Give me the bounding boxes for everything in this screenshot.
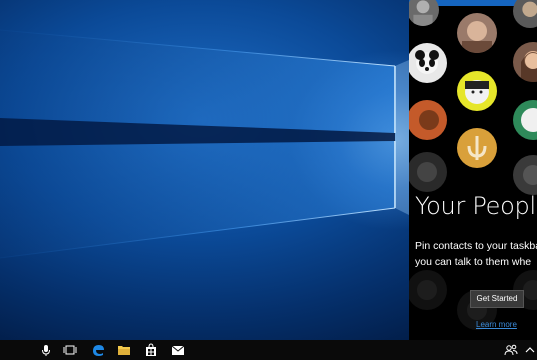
chevron-up-icon[interactable] [522,342,537,358]
contact-avatar[interactable] [409,43,447,83]
mail-icon[interactable] [170,342,186,358]
contact-avatar[interactable] [457,13,497,53]
contact-avatar[interactable] [409,100,447,140]
contact-avatar[interactable] [513,0,537,28]
contact-avatar[interactable] [513,155,537,195]
taskbar [0,340,537,360]
file-explorer-icon[interactable] [116,342,132,358]
contact-avatar[interactable] [409,270,447,310]
contact-avatar[interactable] [513,100,537,140]
contact-avatar[interactable] [409,152,447,192]
contact-avatar[interactable] [409,0,439,26]
contact-avatar[interactable] [457,128,497,168]
learn-more-link[interactable]: Learn more [476,320,517,329]
screen: Your People Pin contacts to your taskbar… [0,0,537,360]
panel-description: Pin contacts to your taskbar so you can … [415,238,537,270]
store-icon[interactable] [143,342,159,358]
edge-icon[interactable] [90,342,106,358]
people-icon[interactable] [503,342,519,358]
panel-description-line: you can talk to them whe [415,256,532,268]
task-view-icon[interactable] [62,342,78,358]
get-started-button[interactable]: Get Started [470,290,524,308]
panel-description-line: Pin contacts to your taskbar so [415,240,537,252]
people-panel: Your People Pin contacts to your taskbar… [409,0,537,340]
contact-avatar[interactable] [457,71,497,111]
contact-avatar[interactable] [513,42,537,82]
panel-title: Your People [415,192,537,220]
microphone-icon[interactable] [38,342,54,358]
